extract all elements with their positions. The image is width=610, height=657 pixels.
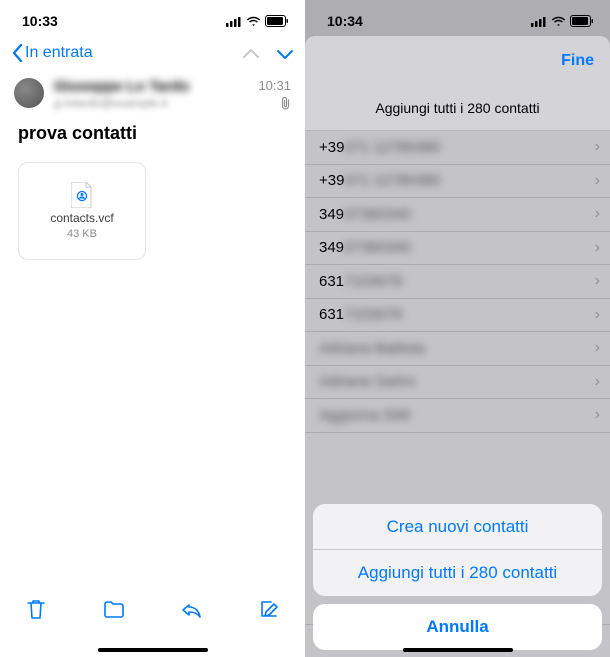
- attachment-name: contacts.vcf: [50, 211, 113, 225]
- contact-label: 349 07360340: [319, 206, 411, 223]
- message-header: Giuseppe Lo Tardo g.lotardo@example.it 1…: [0, 70, 305, 121]
- chevron-left-icon: [12, 44, 23, 62]
- chevron-right-icon: ›: [595, 406, 600, 424]
- contact-label: 631 7103076: [319, 306, 402, 323]
- chevron-right-icon: ›: [595, 138, 600, 156]
- contact-row[interactable]: Aggiorna SIM ›: [305, 399, 610, 433]
- create-new-contacts-button[interactable]: Crea nuovi contatti: [313, 504, 602, 550]
- subject: prova contatti: [0, 121, 305, 162]
- previous-message-button[interactable]: [243, 42, 259, 65]
- action-sheet: Crea nuovi contatti Aggiungi tutti i 280…: [313, 504, 602, 650]
- contact-row[interactable]: 631 7103076 ›: [305, 265, 610, 299]
- trash-button[interactable]: [24, 597, 48, 626]
- avatar[interactable]: [14, 78, 44, 108]
- status-bar: 10:33: [0, 0, 305, 36]
- add-all-header[interactable]: Aggiungi tutti i 280 contatti: [305, 86, 610, 131]
- cancel-button[interactable]: Annulla: [313, 604, 602, 650]
- status-time: 10:34: [327, 13, 363, 29]
- reply-button[interactable]: [179, 597, 203, 626]
- sheet-nav: Fine: [305, 36, 610, 86]
- message-time: 10:31: [258, 78, 291, 93]
- home-indicator[interactable]: [98, 648, 208, 652]
- folder-button[interactable]: [102, 597, 126, 626]
- contact-row[interactable]: Adriana Battista ›: [305, 332, 610, 366]
- attachment-size: 43 KB: [67, 228, 97, 240]
- vcf-file-icon: [71, 182, 93, 208]
- chevron-right-icon: ›: [595, 272, 600, 290]
- chevron-right-icon: ›: [595, 239, 600, 257]
- contact-row[interactable]: +39 071 12780380 ›: [305, 165, 610, 199]
- bottom-toolbar: [0, 587, 305, 657]
- mail-screen: 10:33 In entrata Giuseppe Lo Tardo g.lot…: [0, 0, 305, 657]
- done-button[interactable]: Fine: [561, 52, 594, 70]
- contacts-import-screen: 10:34 Fine Aggiungi tutti i 280 contatti…: [305, 0, 610, 657]
- chevron-right-icon: ›: [595, 373, 600, 391]
- nav-bar: In entrata: [0, 36, 305, 70]
- contact-label: 631 7103076: [319, 273, 402, 290]
- next-message-button[interactable]: [277, 42, 293, 65]
- add-all-contacts-button[interactable]: Aggiungi tutti i 280 contatti: [313, 550, 602, 596]
- contact-label: +39 071 12780380: [319, 139, 440, 156]
- home-indicator[interactable]: [403, 648, 513, 652]
- status-bar: 10:34: [305, 0, 610, 36]
- back-label: In entrata: [25, 44, 93, 62]
- status-icons: [531, 15, 594, 27]
- chevron-right-icon: ›: [595, 205, 600, 223]
- chevron-right-icon: ›: [595, 172, 600, 190]
- back-button[interactable]: In entrata: [12, 44, 93, 62]
- contact-label: Adriana Battista: [319, 340, 425, 357]
- sender-address: g.lotardo@example.it: [54, 96, 248, 110]
- contact-label: Aggiorna SIM: [319, 407, 410, 424]
- sender-name: Giuseppe Lo Tardo: [54, 78, 248, 95]
- contact-row[interactable]: 631 7103076 ›: [305, 299, 610, 333]
- contact-label: Adriana Sartro: [319, 373, 416, 390]
- compose-button[interactable]: [257, 597, 281, 626]
- contact-row[interactable]: 349 07360340 ›: [305, 198, 610, 232]
- chevron-right-icon: ›: [595, 306, 600, 324]
- contact-row[interactable]: 349 07360340 ›: [305, 232, 610, 266]
- contact-label: +39 071 12780380: [319, 172, 440, 189]
- status-time: 10:33: [22, 13, 58, 29]
- attachment-icon: [280, 97, 291, 111]
- contact-row[interactable]: Adriana Sartro ›: [305, 366, 610, 400]
- chevron-right-icon: ›: [595, 339, 600, 357]
- contact-label: 349 07360340: [319, 239, 411, 256]
- attachment-card[interactable]: contacts.vcf 43 KB: [18, 162, 146, 260]
- status-icons: [226, 15, 289, 27]
- contact-row[interactable]: +39 071 12780380 ›: [305, 131, 610, 165]
